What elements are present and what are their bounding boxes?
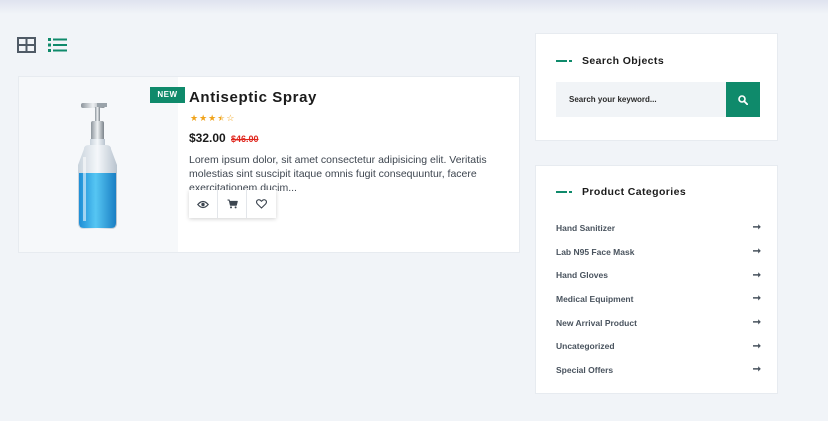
search-input[interactable] <box>556 82 726 117</box>
rating-stars: ★ ★ ★ ★ ☆ <box>190 114 234 123</box>
category-item-face-mask[interactable]: Lab N95 Face Mask ➞ <box>556 240 761 264</box>
categories-widget: Product Categories Hand Sanitizer ➞ Lab … <box>535 165 778 394</box>
star-empty-icon: ☆ <box>226 113 235 123</box>
header-shadow <box>0 0 828 14</box>
category-label: Hand Gloves <box>556 270 608 281</box>
category-label: Special Offers <box>556 364 614 375</box>
search-widget-header: Search Objects <box>556 55 664 67</box>
category-label: Medical Equipment <box>556 293 634 304</box>
new-badge: NEW <box>150 87 185 103</box>
arrow-right-icon: ➞ <box>752 269 761 281</box>
search-widget-title: Search Objects <box>582 55 665 67</box>
quick-view-button[interactable] <box>189 190 218 218</box>
arrow-right-icon: ➞ <box>752 317 761 329</box>
cart-icon <box>227 199 238 209</box>
arrow-right-icon: ➞ <box>752 364 761 376</box>
category-item-hand-gloves[interactable]: Hand Gloves ➞ <box>556 263 761 287</box>
category-item-special-offers[interactable]: Special Offers ➞ <box>556 358 761 382</box>
heart-icon <box>256 199 267 209</box>
product-card: NEW Antiseptic Spray ★ ★ ★ ★ ☆ $32.00 $46.00… <box>18 76 520 253</box>
category-label: New Arrival Product <box>556 317 637 328</box>
arrow-right-icon: ➞ <box>752 222 761 234</box>
product-price: $32.00 <box>189 131 226 145</box>
category-item-uncategorized[interactable]: Uncategorized ➞ <box>556 334 761 358</box>
category-label: Uncategorized <box>556 341 615 352</box>
list-view-icon[interactable] <box>48 37 67 53</box>
search-icon <box>738 94 748 105</box>
star-full-icon: ★ <box>208 113 217 123</box>
arrow-right-icon: ➞ <box>752 340 761 352</box>
star-half-icon: ★ <box>217 113 226 123</box>
wishlist-button[interactable] <box>247 190 276 218</box>
arrow-right-icon: ➞ <box>752 293 761 305</box>
arrow-right-icon: ➞ <box>752 246 761 258</box>
category-item-new-arrival[interactable]: New Arrival Product ➞ <box>556 311 761 335</box>
category-label: Hand Sanitizer <box>556 222 616 233</box>
categories-widget-title: Product Categories <box>582 186 687 198</box>
category-item-hand-sanitizer[interactable]: Hand Sanitizer ➞ <box>556 216 761 240</box>
star-full-icon: ★ <box>199 113 208 123</box>
title-accent-icon <box>556 191 572 193</box>
eye-icon <box>197 200 209 208</box>
categories-widget-header: Product Categories <box>556 186 686 198</box>
category-label: Lab N95 Face Mask <box>556 246 635 257</box>
product-actions <box>189 190 276 218</box>
view-toggle <box>17 37 67 53</box>
product-description: Lorem ipsum dolor, sit amet consectetur … <box>189 154 487 194</box>
category-item-medical-equipment[interactable]: Medical Equipment ➞ <box>556 287 761 311</box>
category-list: Hand Sanitizer ➞ Lab N95 Face Mask ➞ Han… <box>556 216 761 382</box>
grid-view-icon[interactable] <box>17 37 36 53</box>
product-image[interactable] <box>19 77 178 252</box>
add-to-cart-button[interactable] <box>218 190 247 218</box>
product-old-price: $46.00 <box>231 134 259 144</box>
title-accent-icon <box>556 60 572 62</box>
star-full-icon: ★ <box>190 113 199 123</box>
product-title[interactable]: Antiseptic Spray <box>189 89 317 106</box>
search-button[interactable] <box>726 82 760 117</box>
search-widget: Search Objects <box>535 33 778 141</box>
